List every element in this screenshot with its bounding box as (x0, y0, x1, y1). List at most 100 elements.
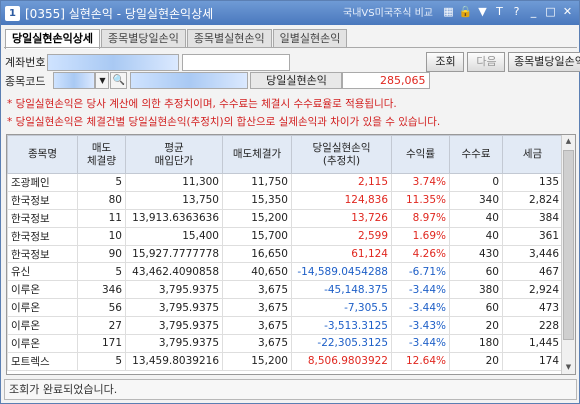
col-name-cell: 모트렉스 (7, 351, 78, 371)
scroll-thumb[interactable] (563, 150, 574, 340)
table-row[interactable]: 한국정보 10 15,400 15,700 2,599 1.69% 40 361 (7, 226, 563, 246)
col-return-cell: -3.44% (391, 298, 450, 318)
col-name-cell: 유신 (7, 262, 78, 282)
col-tax-cell: 2,824 (502, 190, 563, 210)
stock-code-label: 종목코드 (5, 74, 46, 88)
tab-bar: 당일실현손익상세 종목별당일손익 종목별실현손익 일별실현손익 (5, 29, 348, 49)
col-sell-price-cell: 15,350 (222, 190, 292, 210)
table-row[interactable]: 이루온 171 3,795.9375 3,675 -22,305.3125 -3.44% 1… (7, 334, 563, 353)
col-fee-cell: 0 (449, 173, 503, 192)
col-return-cell: 1.69% (391, 226, 450, 246)
daily-realized-value: 285,065 (342, 72, 431, 89)
col-fee-cell: 40 (449, 208, 503, 228)
col-sell-qty-cell: 80 (77, 190, 126, 210)
stock-code-field[interactable] (53, 72, 96, 89)
col-sell-price-cell: 3,675 (222, 334, 292, 353)
col-fee-header[interactable]: 수수료 (449, 135, 503, 174)
col-return-cell: 4.26% (391, 244, 450, 264)
col-sell-qty-cell: 56 (77, 298, 126, 318)
col-realized-pnl-header[interactable]: 당일실현손익 (추정치) (291, 135, 392, 174)
col-avg-price-cell: 15,400 (125, 226, 223, 246)
col-avg-price-cell: 13,459.8039216 (125, 351, 223, 371)
tab-realized-by-item[interactable]: 종목별실현손익 (186, 29, 272, 48)
table-row[interactable]: 한국정보 90 15,927.7777778 16,650 61,124 4.26% 430… (7, 244, 563, 264)
table-row[interactable]: 한국정보 11 13,913.6363636 15,200 13,726 8.97% 40 3… (7, 208, 563, 228)
col-fee-cell: 340 (449, 190, 503, 210)
search-icon[interactable]: 🔍 (110, 72, 128, 89)
tab-daily-realized-detail[interactable]: 당일실현손익상세 (5, 29, 100, 49)
lock-icon[interactable]: 🔒 (458, 4, 473, 19)
table-row[interactable]: 한국정보 80 13,750 15,350 124,836 11.35% 340 2,824 (7, 190, 563, 210)
col-return-cell: -6.71% (391, 262, 450, 282)
scroll-up-icon[interactable]: ▲ (562, 135, 575, 148)
col-return-cell: 3.74% (391, 173, 450, 192)
col-avg-price-cell: 13,750 (125, 190, 223, 210)
tab-daily-by-item[interactable]: 종목별당일손익 (100, 29, 186, 48)
col-return-cell: 8.97% (391, 208, 450, 228)
next-button[interactable]: 다음 (467, 52, 506, 72)
tab-daily-realized[interactable]: 일별실현손익 (272, 29, 348, 48)
col-return-cell: -3.43% (391, 316, 450, 336)
col-sell-price-cell: 15,700 (222, 226, 292, 246)
notice-text: * 당일실현손익은 당사 계산에 의한 추정치이며, 수수료는 체결시 수수료율… (7, 95, 440, 131)
status-bar: 조회가 완료되었습니다. (4, 379, 577, 400)
stock-row: 종목코드 ▼ 🔍 당일실현손익 285,065 (5, 72, 431, 89)
table-row[interactable]: 이루온 346 3,795.9375 3,675 -45,148.375 -3.44% 38… (7, 280, 563, 300)
col-avg-price-cell: 3,795.9375 (125, 280, 223, 300)
table-body: 조광페인 5 11,300 11,750 2,115 3.74% 0 135 한국정보 80 13,… (7, 173, 563, 371)
col-name-header[interactable]: 종목명 (7, 135, 78, 174)
col-fee-cell: 430 (449, 244, 503, 264)
col-avg-price-header[interactable]: 평균 매입단가 (125, 135, 223, 174)
account-name-field (182, 53, 291, 71)
col-fee-cell: 60 (449, 298, 503, 318)
col-tax-header[interactable]: 세금 (502, 135, 563, 174)
col-name-cell: 이루온 (7, 316, 78, 336)
col-sell-price-header[interactable]: 매도체결가 (222, 135, 292, 174)
table-row[interactable]: 이루온 56 3,795.9375 3,675 -7,305.5 -3.44% 60 473 (7, 298, 563, 318)
grid-icon[interactable]: ▦ (441, 4, 456, 19)
notice-line-2: * 당일실현손익은 체결건별 당일실현손익(추정치)의 합산으로 실제손익과 차… (7, 116, 441, 128)
search-button[interactable]: 조회 (426, 52, 465, 72)
col-sell-qty-header[interactable]: 매도 체결량 (77, 135, 126, 174)
col-tax-cell: 467 (502, 262, 563, 282)
vertical-scrollbar[interactable]: ▲ ▼ (561, 135, 575, 374)
scroll-down-icon[interactable]: ▼ (562, 361, 575, 374)
col-return-cell: -3.44% (391, 280, 450, 300)
col-tax-cell: 3,446 (502, 244, 563, 264)
ad-link[interactable]: 국내VS미국주식 비교 (343, 4, 433, 19)
daily-by-item-button[interactable]: 종목별당일손익 (508, 52, 580, 72)
stock-code-dropdown-icon[interactable]: ▼ (95, 72, 110, 89)
col-sell-qty-cell: 10 (77, 226, 126, 246)
col-name-cell: 이루온 (7, 280, 78, 300)
col-return-header[interactable]: 수익률 (391, 135, 450, 174)
account-field[interactable] (47, 53, 180, 71)
window-title: [0355] 실현손익 - 당일실현손익상세 (25, 6, 214, 21)
minimize-icon[interactable]: _ (526, 4, 541, 19)
table-row[interactable]: 유신 5 43,462.4090858 40,650 -14,589.0454288 -6… (7, 262, 563, 282)
col-sell-price-cell: 3,675 (222, 280, 292, 300)
tab-divider (4, 47, 577, 48)
title-icons: ▦ 🔒 ▼ T? _ □ ✕ (441, 4, 575, 19)
col-tax-cell: 1,445 (502, 334, 563, 353)
col-fee-cell: 40 (449, 226, 503, 246)
col-realized-pnl-cell: -3,513.3125 (291, 316, 392, 336)
pin-icon[interactable]: ▼ (475, 4, 490, 19)
help-icon[interactable]: ? (509, 4, 524, 19)
maximize-icon[interactable]: □ (543, 4, 558, 19)
col-name-cell: 한국정보 (7, 190, 78, 210)
table-row[interactable]: 이루온 27 3,795.9375 3,675 -3,513.3125 -3.43% 20 2… (7, 316, 563, 336)
close-icon[interactable]: ✕ (560, 4, 575, 19)
col-name-cell: 한국정보 (7, 226, 78, 246)
col-sell-qty-cell: 5 (77, 351, 126, 371)
col-return-cell: 12.64% (391, 351, 450, 371)
col-realized-pnl-cell: 2,115 (291, 173, 392, 192)
col-avg-price-cell: 13,913.6363636 (125, 208, 223, 228)
table-row[interactable]: 조광페인 5 11,300 11,750 2,115 3.74% 0 135 (7, 173, 563, 192)
font-size-icon[interactable]: T (492, 4, 507, 19)
table-row[interactable]: 모트렉스 5 13,459.8039216 15,200 8,506.9803922 12… (7, 351, 563, 371)
col-avg-price-cell: 3,795.9375 (125, 298, 223, 318)
title-bar: 1 [0355] 실현손익 - 당일실현손익상세 국내VS미국주식 비교 ▦ 🔒 ▼… (1, 1, 579, 25)
col-sell-price-cell: 15,200 (222, 351, 292, 371)
col-tax-cell: 361 (502, 226, 563, 246)
col-realized-pnl-cell: -14,589.0454288 (291, 262, 392, 282)
